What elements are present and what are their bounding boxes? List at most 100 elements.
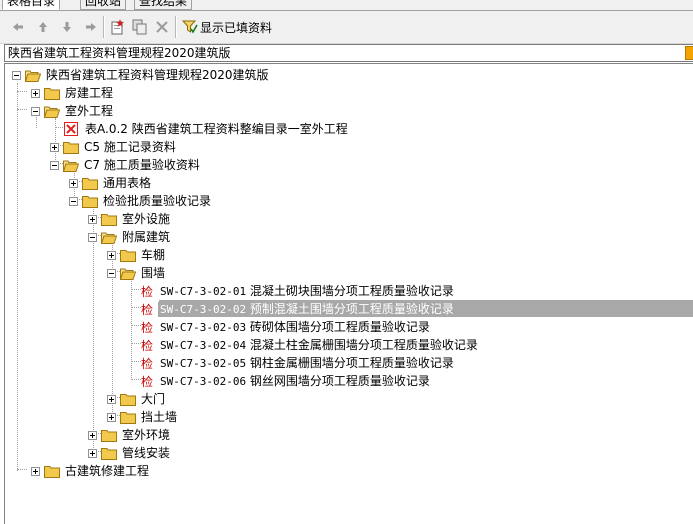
arrow-down-icon[interactable]	[58, 17, 76, 37]
tree-node-attached[interactable]: 附属建筑	[88, 228, 172, 246]
check-mark-icon: 检	[140, 302, 153, 317]
collapse-toggle[interactable]	[107, 268, 116, 278]
tree-node-label: 管线安装	[122, 445, 171, 460]
toolbar: 显示已填资料	[0, 11, 693, 44]
template-select[interactable]: 陕西省建筑工程资料管理规程2020建筑版	[4, 44, 693, 62]
tree-node-label: 挡土墙	[141, 409, 178, 424]
tree-node-outdoor-facility[interactable]: 室外设施	[88, 210, 172, 228]
record-code: SW-C7-3-02-03	[160, 320, 247, 334]
record-title: 钢柱金属栅围墙分项工程质量验收记录	[249, 355, 454, 370]
arrow-up-icon[interactable]	[34, 17, 52, 37]
delete-icon[interactable]	[152, 17, 172, 37]
tree-node-label: 室外工程	[65, 103, 114, 118]
show-filled-button[interactable]: 显示已填资料	[182, 17, 278, 37]
dropdown-arrow-icon[interactable]	[685, 46, 693, 60]
record-item[interactable]: 检 SW-C7-3-02-04 混凝土柱金属栅围墙分项工程质量验收记录	[139, 336, 480, 354]
record-code: SW-C7-3-02-01	[160, 284, 247, 298]
record-title: 预制混凝土围墙分项工程质量验收记录	[249, 301, 454, 316]
tree-node-outdoor-env[interactable]: 室外环境	[88, 426, 172, 444]
check-mark-icon: 检	[140, 356, 153, 371]
check-mark-icon: 检	[140, 338, 153, 353]
record-title: 钢丝网围墙分项工程质量验收记录	[249, 373, 430, 388]
tree-node-label: 附属建筑	[122, 229, 171, 244]
expand-toggle[interactable]	[69, 178, 78, 188]
tree-node-label: C7 施工质量验收资料	[84, 157, 200, 172]
record-label: SW-C7-3-02-06 钢丝网围墙分项工程质量验收记录	[158, 374, 432, 389]
tree-node-outdoor[interactable]: 室外工程	[31, 102, 115, 120]
tree-node-label: 检验批质量验收记录	[103, 193, 212, 208]
collapse-toggle[interactable]	[50, 160, 59, 170]
record-code: SW-C7-3-02-06	[160, 374, 247, 388]
record-item[interactable]: 检 SW-C7-3-02-01 混凝土砌块围墙分项工程质量验收记录	[139, 282, 456, 300]
tree-node-label: 表A.0.2 陕西省建筑工程资料整编目录一室外工程	[85, 121, 348, 136]
expand-toggle[interactable]	[88, 430, 97, 440]
tree-node-label: 古建筑修建工程	[65, 463, 150, 478]
expand-toggle[interactable]	[107, 250, 116, 260]
expand-toggle[interactable]	[31, 88, 40, 98]
folder-icon	[101, 428, 117, 442]
tree-node-retaining[interactable]: 挡土墙	[107, 408, 179, 426]
tree-node-gate[interactable]: 大门	[107, 390, 167, 408]
expand-toggle[interactable]	[88, 214, 97, 224]
record-code: SW-C7-3-02-05	[160, 356, 247, 370]
folder-icon	[120, 410, 136, 424]
record-item[interactable]: 检 SW-C7-3-02-05 钢柱金属栅围墙分项工程质量验收记录	[139, 354, 456, 372]
expand-toggle[interactable]	[88, 448, 97, 458]
expand-toggle[interactable]	[31, 466, 40, 476]
tree-node-label: 车棚	[141, 247, 166, 262]
collapse-toggle[interactable]	[31, 106, 40, 116]
tree-node-inspection[interactable]: 检验批质量验收记录	[69, 192, 213, 210]
folder-icon	[44, 464, 60, 478]
expand-toggle[interactable]	[50, 142, 59, 152]
tree-node-pipeline[interactable]: 管线安装	[88, 444, 172, 462]
folder-icon	[44, 86, 60, 100]
tree-node-carport[interactable]: 车棚	[107, 246, 167, 264]
tree-node-label: 房建工程	[65, 85, 114, 100]
tree-node-c5[interactable]: C5 施工记录资料	[50, 138, 178, 156]
tree-node-general[interactable]: 通用表格	[69, 174, 153, 192]
tree-node-label: 室外设施	[122, 211, 171, 226]
folder-open-icon	[44, 104, 60, 118]
collapse-toggle[interactable]	[12, 70, 21, 80]
new-document-icon[interactable]	[108, 17, 128, 37]
folder-open-icon	[101, 230, 117, 244]
folder-open-icon	[120, 266, 136, 280]
copy-icon[interactable]	[130, 17, 150, 37]
tree-node-table-a02[interactable]: 表A.0.2 陕西省建筑工程资料整编目录一室外工程	[64, 120, 350, 138]
tree-node-ancient[interactable]: 古建筑修建工程	[31, 462, 151, 480]
record-title: 混凝土砌块围墙分项工程质量验收记录	[249, 283, 454, 298]
tree-node-wall[interactable]: 围墙	[107, 264, 167, 282]
folder-open-icon	[63, 158, 79, 172]
record-label: SW-C7-3-02-01 混凝土砌块围墙分项工程质量验收记录	[158, 284, 456, 299]
tree-node-c7[interactable]: C7 施工质量验收资料	[50, 156, 202, 174]
record-title: 砖砌体围墙分项工程质量验收记录	[249, 319, 430, 334]
collapse-toggle[interactable]	[88, 232, 97, 242]
arrow-right-icon[interactable]	[82, 17, 100, 37]
tree-node-label: 围墙	[141, 265, 166, 280]
tab-recycle-bin[interactable]: 回收站	[80, 0, 127, 10]
expand-toggle[interactable]	[107, 412, 116, 422]
record-label: SW-C7-3-02-02 预制混凝土围墙分项工程质量验收记录	[158, 301, 456, 317]
folder-icon	[101, 212, 117, 226]
tree-node-label: 陕西省建筑工程资料管理规程2020建筑版	[46, 67, 269, 82]
arrow-left-icon[interactable]	[9, 17, 27, 37]
check-mark-icon: 检	[140, 320, 153, 335]
record-label: SW-C7-3-02-04 混凝土柱金属栅围墙分项工程质量验收记录	[158, 338, 480, 353]
show-filled-label: 显示已填资料	[200, 20, 273, 35]
record-code: SW-C7-3-02-02	[160, 302, 247, 316]
record-item-selected[interactable]: 检 SW-C7-3-02-02 预制混凝土围墙分项工程质量验收记录	[139, 300, 456, 318]
expand-toggle[interactable]	[107, 394, 116, 404]
check-mark-icon: 检	[140, 284, 153, 299]
collapse-toggle[interactable]	[69, 196, 78, 206]
folder-icon	[63, 140, 79, 154]
tree-node-building[interactable]: 房建工程	[31, 84, 115, 102]
record-item[interactable]: 检 SW-C7-3-02-03 砖砌体围墙分项工程质量验收记录	[139, 318, 432, 336]
tree-node-label: 通用表格	[103, 175, 152, 190]
tree-node-label: C5 施工记录资料	[84, 139, 176, 154]
tree-node-root[interactable]: 陕西省建筑工程资料管理规程2020建筑版	[12, 66, 271, 84]
tab-strip: 表格目录 回收站 查找结果	[0, 0, 693, 11]
tab-catalog[interactable]: 表格目录	[2, 0, 61, 10]
record-item[interactable]: 检 SW-C7-3-02-06 钢丝网围墙分项工程质量验收记录	[139, 372, 432, 390]
tab-search-results[interactable]: 查找结果	[134, 0, 193, 10]
record-title: 混凝土柱金属栅围墙分项工程质量验收记录	[249, 337, 478, 352]
